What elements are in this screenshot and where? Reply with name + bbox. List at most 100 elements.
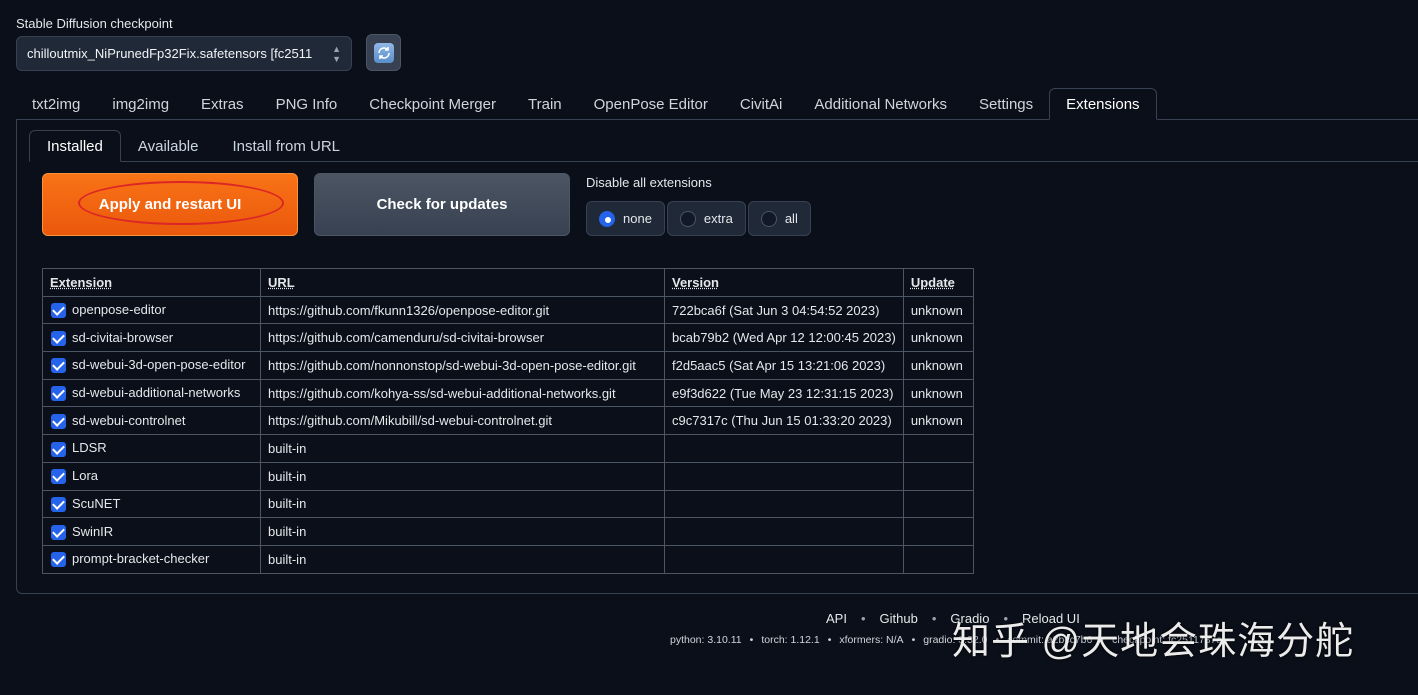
checkbox[interactable] [51,413,66,429]
url-cell[interactable]: https://github.com/nonnonstop/sd-webui-3… [260,351,665,380]
separator: • [931,611,937,626]
checkbox[interactable] [51,496,66,512]
checkbox[interactable] [51,386,66,402]
table-row: sd-civitai-browser https://github.com/cam… [42,323,974,353]
extension-name: ScuNET [72,495,121,511]
tab-png-info[interactable]: PNG Info [260,88,354,120]
checkbox[interactable] [51,469,66,485]
header-version[interactable]: Version [664,268,904,297]
subtab-install-from-url[interactable]: Install from URL [215,130,357,162]
table-row: prompt-bracket-checker built-in [42,544,974,574]
checkbox[interactable] [51,524,66,540]
extension-name: LDSR [72,440,107,456]
tab-txt2img[interactable]: txt2img [16,88,96,120]
footer-link-api[interactable]: API [826,611,847,626]
subtab-installed[interactable]: Installed [29,130,121,162]
checkbox[interactable] [51,330,66,346]
apply-restart-button[interactable]: Apply and restart UI [42,173,298,236]
footer-link-github[interactable]: Github [880,611,918,626]
radio-dot [760,210,777,227]
footer-info-item: torch: 1.12.1 [761,634,820,646]
radio-none[interactable]: none [586,201,665,236]
version-cell: e9f3d622 (Tue May 23 12:31:15 2023) [664,378,904,408]
main-tabs: txt2img img2img Extras PNG Info Checkpoint M… [16,88,1157,120]
version-cell: f2d5aac5 (Sat Apr 15 13:21:06 2023) [664,351,904,380]
footer-info-item: xformers: N/A [839,634,904,646]
header-url[interactable]: URL [260,268,665,297]
version-cell [664,461,904,491]
checkbox[interactable] [51,441,66,457]
version-cell: c9c7317c (Thu Jun 15 01:33:20 2023) [664,406,904,436]
radio-dot [679,210,696,227]
table-row: openpose-editor https://github.com/fkunn1… [42,295,974,325]
url-cell[interactable]: built-in [260,461,665,491]
url-cell[interactable]: built-in [260,434,665,463]
extension-cell: prompt-bracket-checker [42,544,261,574]
extension-cell: sd-civitai-browser [42,323,261,353]
tab-additional-networks[interactable]: Additional Networks [798,88,963,120]
disable-extensions-label: Disable all extensions [586,175,712,190]
footer-info-item: python: 3.10.11 [670,634,742,646]
table-row: LDSR built-in [42,434,974,463]
extension-name: sd-webui-additional-networks [72,385,241,401]
extension-name: Lora [72,468,99,484]
update-cell [902,489,974,519]
refresh-icon [373,42,394,63]
refresh-checkpoint-button[interactable] [366,34,401,71]
header-extension[interactable]: Extension [42,268,261,297]
radio-dot [599,210,615,227]
url-cell[interactable]: built-in [260,489,665,519]
radio-extra[interactable]: extra [666,201,746,236]
tab-openpose-editor[interactable]: OpenPose Editor [578,88,724,120]
url-cell[interactable]: https://github.com/Mikubill/sd-webui-con… [260,406,665,436]
url-cell[interactable]: built-in [260,517,665,546]
separator: • [827,634,832,646]
extension-name: sd-civitai-browser [72,329,174,345]
separator: • [749,634,754,646]
radio-label: extra [703,211,733,226]
radio-all[interactable]: all [747,201,811,236]
tab-checkpoint-merger[interactable]: Checkpoint Merger [353,88,512,120]
url-cell[interactable]: https://github.com/fkunn1326/openpose-ed… [260,295,665,325]
extension-cell: sd-webui-3d-open-pose-editor [42,351,261,380]
extension-cell: sd-webui-controlnet [42,406,261,436]
checkbox[interactable] [51,358,66,374]
extension-name: SwinIR [72,523,114,539]
check-updates-button[interactable]: Check for updates [314,173,570,236]
version-cell [664,544,904,574]
header-update[interactable]: Update [902,268,974,297]
separator: • [911,634,916,646]
version-cell [664,517,904,546]
table-row: Lora built-in [42,461,974,491]
extensions-page: Stable Diffusion checkpoint chilloutmix_… [0,0,1418,695]
update-cell [902,461,974,491]
extension-name: sd-webui-3d-open-pose-editor [72,357,246,373]
update-cell: unknown [902,351,974,380]
url-cell[interactable]: https://github.com/camenduru/sd-civitai-… [260,323,665,353]
update-cell: unknown [902,323,974,353]
table-row: sd-webui-controlnet https://github.com/Mi… [42,406,974,436]
tab-extras[interactable]: Extras [185,88,260,120]
tab-extensions[interactable]: Extensions [1049,88,1157,120]
update-cell: unknown [902,378,974,408]
subtab-available[interactable]: Available [121,130,216,162]
disable-extensions-radio-group: none extra all [586,201,811,236]
version-cell: 722bca6f (Sat Jun 3 04:54:52 2023) [664,295,904,325]
extension-cell: Lora [42,461,261,491]
update-cell [902,517,974,546]
tab-civitai[interactable]: CivitAi [724,88,799,120]
url-cell[interactable]: https://github.com/kohya-ss/sd-webui-add… [260,378,665,408]
tab-settings[interactable]: Settings [963,88,1049,120]
chevron-down-icon: ▲ ▼ [332,43,341,64]
tab-img2img[interactable]: img2img [96,88,185,120]
checkpoint-select[interactable]: chilloutmix_NiPrunedFp32Fix.safetensors … [16,36,352,71]
checkbox[interactable] [51,303,66,319]
table-row: ScuNET built-in [42,489,974,519]
tab-train[interactable]: Train [512,88,578,120]
table-row: sd-webui-additional-networks https://gith… [42,378,974,408]
extension-name: prompt-bracket-checker [72,551,210,567]
table-row: sd-webui-3d-open-pose-editor https://gith… [42,351,974,380]
radio-label: all [784,211,798,226]
checkbox[interactable] [51,552,66,568]
url-cell[interactable]: built-in [260,544,665,574]
